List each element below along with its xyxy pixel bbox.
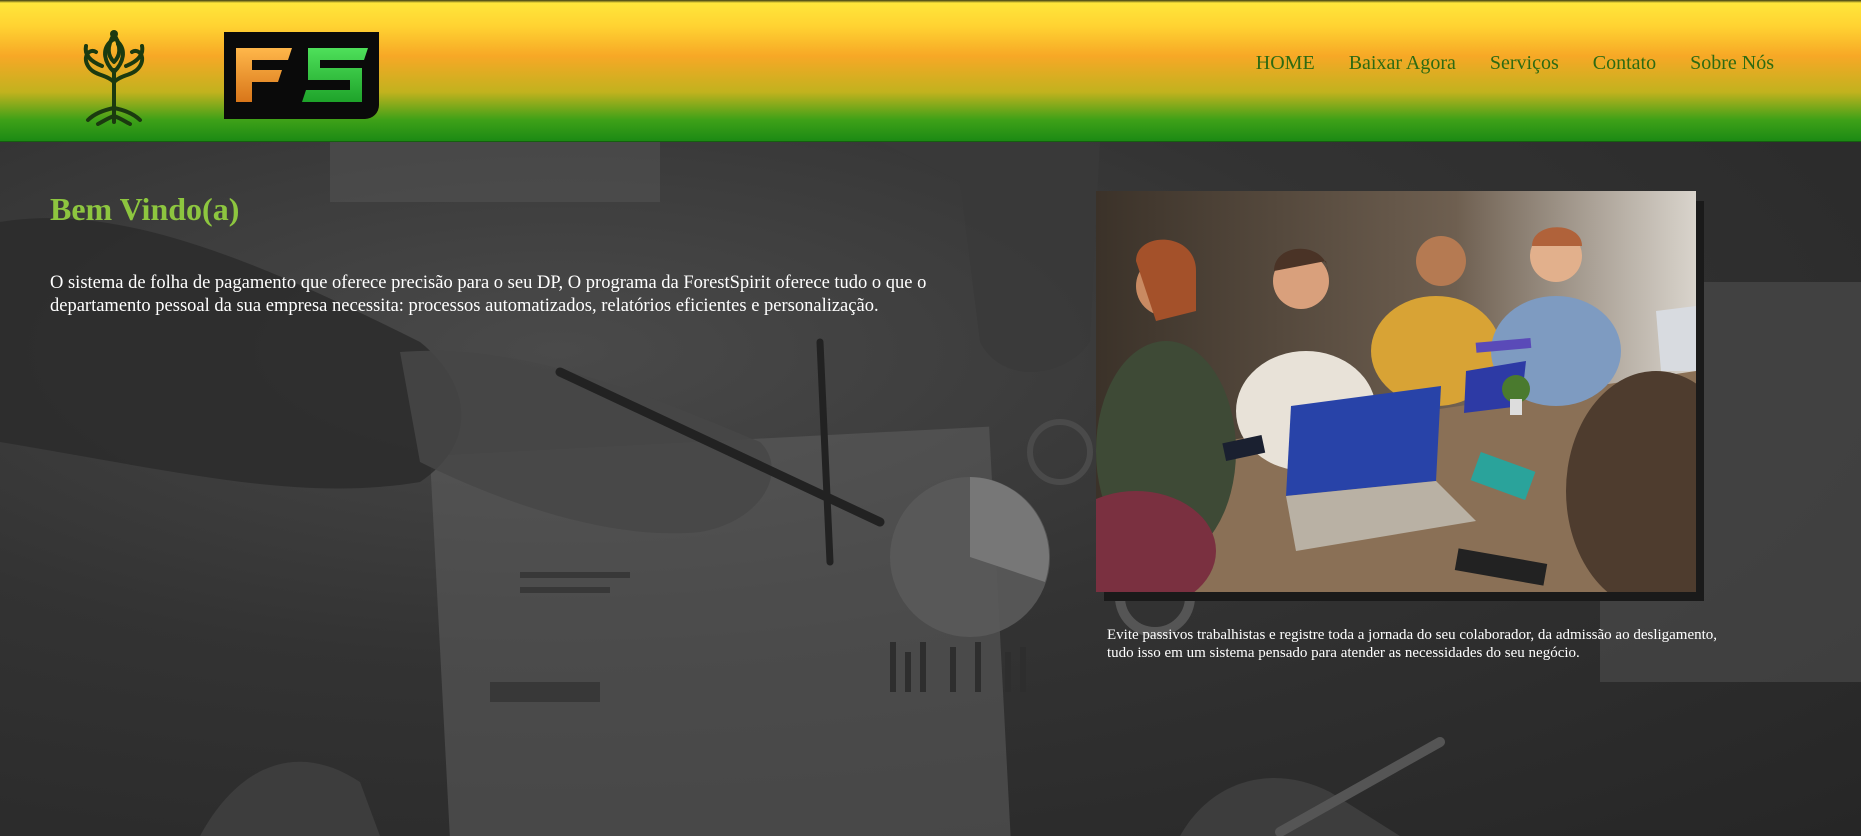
nav-servicos[interactable]: Serviços <box>1490 52 1559 75</box>
caption-text: Evite passivos trabalhistas e registre t… <box>1107 627 1718 661</box>
team-meeting-photo <box>1096 191 1696 592</box>
nav-contato[interactable]: Contato <box>1593 52 1656 75</box>
main-nav: HOME Baixar Agora Serviços Contato Sobre… <box>1256 52 1774 75</box>
site-header: HOME Baixar Agora Serviços Contato Sobre… <box>0 0 1861 142</box>
page-title: Bem Vindo(a) <box>50 191 240 227</box>
nav-baixar-agora[interactable]: Baixar Agora <box>1349 52 1456 75</box>
nav-home[interactable]: HOME <box>1256 52 1315 75</box>
intro-text: O sistema de folha de pagamento que ofer… <box>50 273 927 316</box>
brand-logo[interactable] <box>224 32 379 119</box>
tree-logo-icon[interactable] <box>66 22 162 126</box>
nav-sobre-nos[interactable]: Sobre Nós <box>1690 52 1774 75</box>
